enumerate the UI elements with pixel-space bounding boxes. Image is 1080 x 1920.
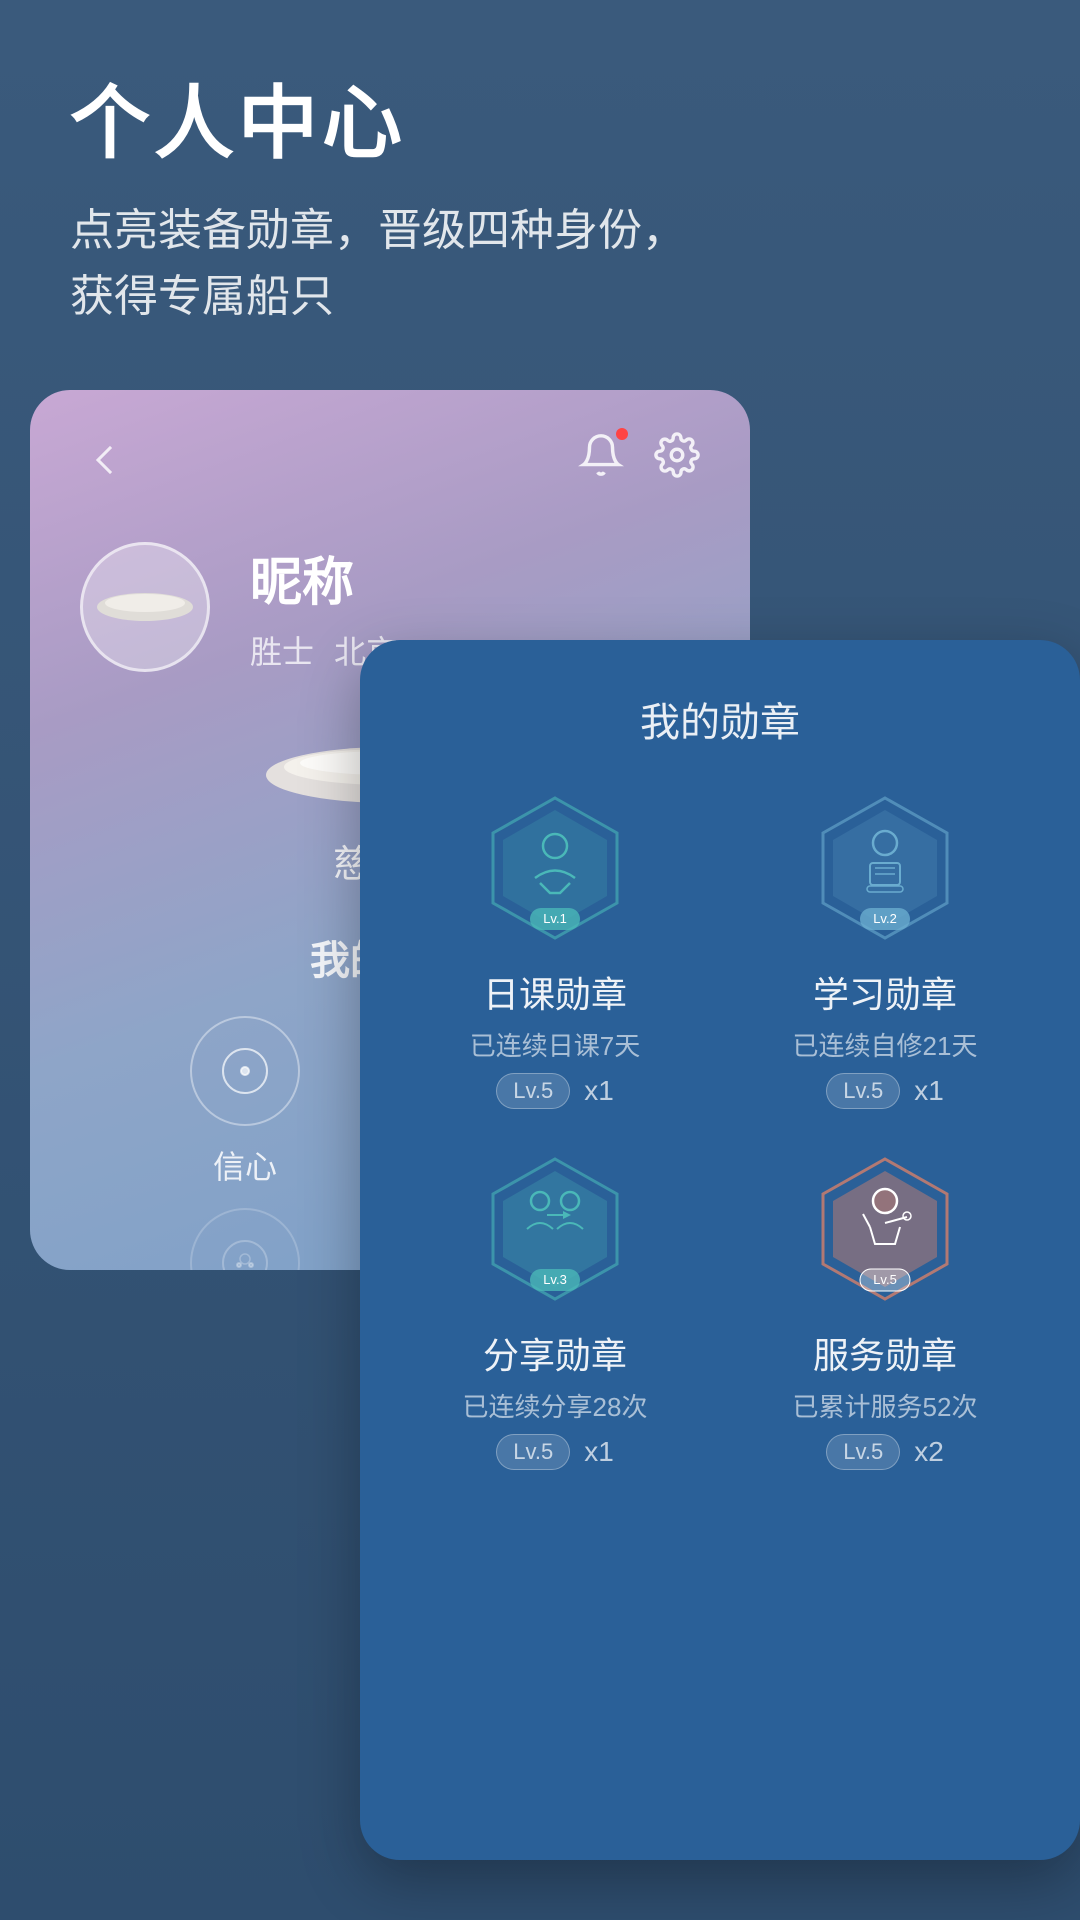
svg-text:Lv.3: Lv.3 [543, 1272, 567, 1287]
badge-name-service: 服务勋章 [813, 1327, 957, 1379]
lihe-icon-circle [190, 1208, 300, 1270]
badge-level-study: Lv.5 x1 [826, 1073, 944, 1109]
username: 昵称 [250, 540, 398, 615]
lv-badge-share: Lv.5 [496, 1434, 570, 1470]
badge-item-share: Lv.3 分享勋章 已连续分享28次 Lv.5 x1 [410, 1149, 700, 1470]
header-subtitle: 点亮装备勋章，晋级四种身份， 获得专属船只 [70, 198, 686, 330]
settings-icon[interactable] [654, 432, 700, 488]
badge-sub-daily: 已连续日课7天 [470, 1026, 640, 1063]
lv-count-daily: x1 [584, 1075, 614, 1107]
badge-hex-daily: Lv.1 [475, 788, 635, 948]
badge-item-service: Lv.5 服务勋章 已累计服务52次 Lv.5 x2 [740, 1149, 1030, 1470]
subtitle-line1: 点亮装备勋章，晋级四种身份， [70, 206, 686, 255]
notification-dot [616, 428, 628, 440]
svg-text:Lv.5: Lv.5 [873, 1272, 897, 1287]
avatar [80, 542, 210, 672]
topbar-icons [578, 432, 700, 488]
badge-hex-service: Lv.5 [805, 1149, 965, 1309]
lv-badge-service: Lv.5 [826, 1434, 900, 1470]
badge-sub-service: 已累计服务52次 [793, 1387, 978, 1424]
badge-name-share: 分享勋章 [483, 1327, 627, 1379]
lv-badge-daily: Lv.5 [496, 1073, 570, 1109]
equip-name-xinxin: 信心 [213, 1142, 277, 1188]
profile-topbar [30, 390, 750, 490]
rank-tag: 胜士 [250, 627, 314, 673]
equip-item-lihe: 利他 [110, 1208, 380, 1270]
page-title: 个人中心 [70, 80, 686, 168]
badge-card-title: 我的勋章 [360, 640, 1080, 788]
badge-hex-share: Lv.3 [475, 1149, 635, 1309]
lv-badge-study: Lv.5 [826, 1073, 900, 1109]
badge-sub-share: 已连续分享28次 [463, 1387, 648, 1424]
badge-item-study: Lv.2 学习勋章 已连续自修21天 Lv.5 x1 [740, 788, 1030, 1109]
badge-grid: Lv.1 日课勋章 已连续日课7天 Lv.5 x1 Lv.2 [360, 788, 1080, 1470]
back-button[interactable] [80, 430, 140, 490]
svg-text:Lv.2: Lv.2 [873, 911, 897, 926]
back-chevron-icon [96, 446, 124, 474]
badge-hex-study: Lv.2 [805, 788, 965, 948]
badge-level-daily: Lv.5 x1 [496, 1073, 614, 1109]
subtitle-line2: 获得专属船只 [70, 272, 334, 321]
badge-item-daily: Lv.1 日课勋章 已连续日课7天 Lv.5 x1 [410, 788, 700, 1109]
xinxin-icon-circle [190, 1016, 300, 1126]
badge-level-share: Lv.5 x1 [496, 1434, 614, 1470]
badge-name-daily: 日课勋章 [483, 966, 627, 1018]
bell-icon[interactable] [578, 432, 624, 488]
lv-count-study: x1 [914, 1075, 944, 1107]
badge-card: 我的勋章 Lv.1 日课勋章 已连续日课7天 Lv.5 x1 [360, 640, 1080, 1860]
svg-text:Lv.1: Lv.1 [543, 911, 567, 926]
equip-item-xinxin: 信心 [110, 1016, 380, 1188]
lv-count-share: x1 [584, 1436, 614, 1468]
badge-sub-study: 已连续自修21天 [793, 1026, 978, 1063]
badge-level-service: Lv.5 x2 [826, 1434, 944, 1470]
lv-count-service: x2 [914, 1436, 944, 1468]
badge-name-study: 学习勋章 [813, 966, 957, 1018]
header-section: 个人中心 点亮装备勋章，晋级四种身份， 获得专属船只 [70, 80, 686, 330]
